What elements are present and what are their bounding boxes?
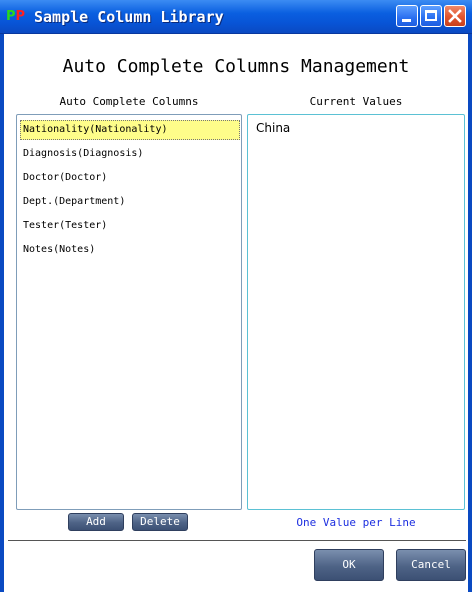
current-values-header: Current Values xyxy=(309,95,403,108)
page-title: Auto Complete Columns Management xyxy=(62,56,410,77)
ok-button[interactable]: OK xyxy=(314,549,384,581)
current-values-textarea[interactable]: China xyxy=(247,114,465,510)
list-item-dept[interactable]: Dept.(Department) xyxy=(20,192,240,212)
app-icon: PP xyxy=(6,9,26,24)
auto-complete-columns-header: Auto Complete Columns xyxy=(59,95,199,108)
minimize-icon xyxy=(402,19,411,22)
minimize-button[interactable] xyxy=(396,5,418,27)
window-border-left xyxy=(0,34,4,592)
cancel-button[interactable]: Cancel xyxy=(396,549,466,581)
close-button[interactable] xyxy=(444,5,466,27)
maximize-icon xyxy=(425,10,437,21)
list-item-notes[interactable]: Notes(Notes) xyxy=(20,240,240,260)
close-icon xyxy=(448,9,462,23)
columns-list[interactable]: Nationality(Nationality) Diagnosis(Diagn… xyxy=(16,114,242,510)
values-hint: One Value per Line xyxy=(296,516,416,529)
list-item-diagnosis[interactable]: Diagnosis(Diagnosis) xyxy=(20,144,240,164)
maximize-button[interactable] xyxy=(420,5,442,27)
window-title: Sample Column Library xyxy=(34,8,224,26)
list-item-doctor[interactable]: Doctor(Doctor) xyxy=(20,168,240,188)
list-item-tester[interactable]: Tester(Tester) xyxy=(20,216,240,236)
title-bar[interactable]: PP Sample Column Library xyxy=(0,0,472,34)
add-button[interactable]: Add xyxy=(68,513,124,531)
delete-button[interactable]: Delete xyxy=(132,513,188,531)
window-border-right xyxy=(468,34,472,592)
separator xyxy=(8,540,466,541)
list-item-nationality[interactable]: Nationality(Nationality) xyxy=(20,120,240,140)
